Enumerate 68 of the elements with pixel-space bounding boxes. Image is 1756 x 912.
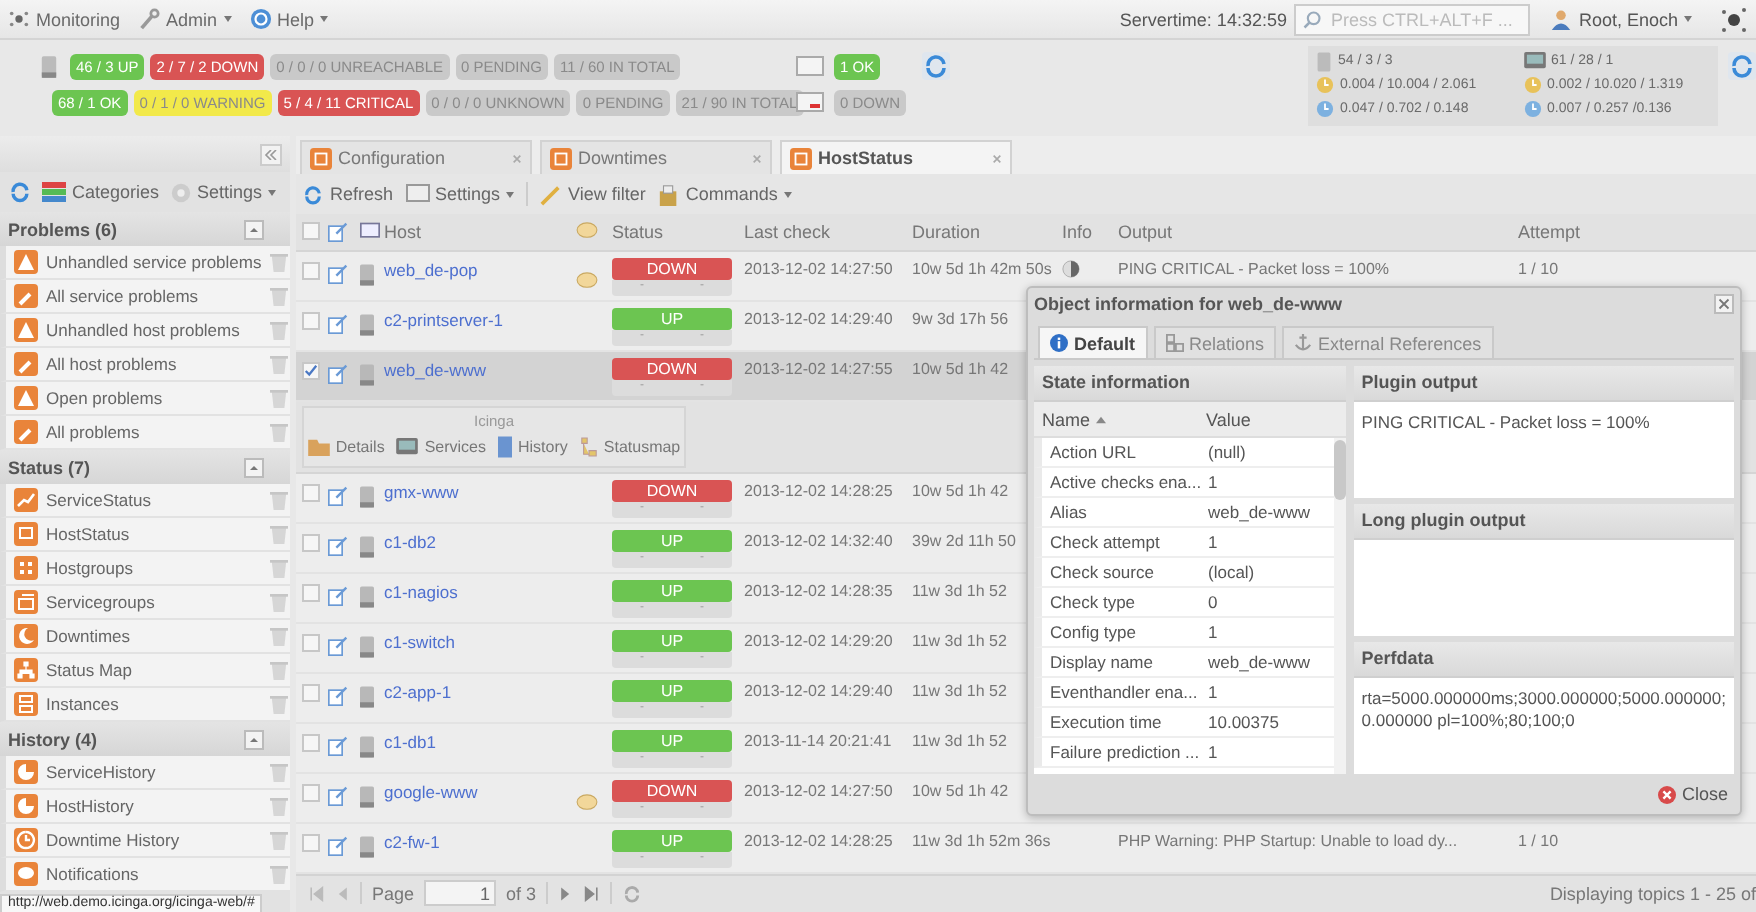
- property-value: 10.00375: [1206, 712, 1281, 732]
- property-value: 1: [1206, 682, 1220, 702]
- table-cell-text: 2013-12-02 14:28:35: [744, 579, 895, 599]
- table-cell-text: 2013-12-02 14:29:40: [744, 679, 895, 699]
- table-cell-text: 11w 3d 1h 52: [912, 729, 1009, 749]
- table-cell: PING CRITICAL - Packet loss = 100%: [1118, 259, 1390, 277]
- status-badge: DOWN: [612, 357, 732, 379]
- panel-title: State information: [1034, 366, 1346, 402]
- table-cell: PHP Warning: PHP Startup: Unable to load dy...: [1118, 831, 1458, 849]
- table-cell-text: 2013-11-14 20:21:41: [744, 729, 894, 749]
- property-name: Check source: [1048, 562, 1156, 582]
- status-badge: UP: [612, 579, 732, 601]
- status-badge: UP: [612, 679, 732, 701]
- table-cell-text: 11w 3d 1h 52: [912, 579, 1009, 599]
- table-cell-text: 2013-12-02 14:29:40: [744, 307, 895, 327]
- status-badge: DOWN: [612, 257, 732, 279]
- property-name: Action URL: [1048, 442, 1138, 462]
- property-value: 1: [1206, 742, 1220, 762]
- table-cell-text: 2013-12-02 14:28:25: [744, 829, 895, 849]
- table-cell: 1 / 10: [1518, 259, 1559, 277]
- property-name: Check attempt: [1048, 532, 1162, 552]
- status-badge: DOWN: [612, 479, 732, 501]
- property-value: 1: [1206, 472, 1220, 492]
- status-badge: UP: [612, 829, 732, 851]
- property-value: 0: [1206, 592, 1220, 612]
- panel-title: Long plugin output: [1353, 504, 1734, 540]
- property-name: Alias: [1048, 502, 1089, 522]
- table-cell: 1 / 10: [1518, 831, 1559, 849]
- table-cell-text: 2013-12-02 14:27:50: [744, 779, 895, 799]
- status-badge: UP: [612, 529, 732, 551]
- table-cell-text: 2013-12-02 14:27:55: [744, 357, 895, 377]
- panel-title: Plugin output: [1353, 366, 1734, 402]
- property-name: Eventhandler ena...: [1048, 682, 1198, 702]
- property-name: Execution time: [1048, 712, 1164, 732]
- table-cell-text: 2013-12-02 14:27:50: [744, 257, 895, 277]
- table-cell-text: 9w 3d 17h 56: [912, 307, 1011, 327]
- section-title: Status (7): [8, 457, 91, 477]
- table-cell-text: 2013-12-02 14:28:25: [744, 479, 895, 499]
- property-value: web_de-www: [1206, 652, 1313, 672]
- property-name: Active checks ena...: [1048, 472, 1198, 492]
- property-value: (null): [1206, 442, 1248, 462]
- status-badge: UP: [612, 629, 732, 651]
- property-name: Check type: [1048, 592, 1138, 612]
- property-name: Failure prediction ...: [1048, 742, 1198, 762]
- section-title: History (4): [8, 729, 98, 749]
- paging-status: Displaying topics 1 - 25 of: [1549, 883, 1756, 904]
- table-cell-text: 10w 5d 1h 42: [912, 779, 1011, 799]
- table-cell-text: 2013-12-02 14:32:40: [744, 529, 895, 549]
- status-badge: UP: [612, 729, 732, 751]
- panel-text: PING CRITICAL - Packet loss = 100%: [1361, 412, 1650, 432]
- panel-text: rta=5000.000000ms;3000.000000;5000.000000; 0.000000 pl=100%;80;100;0: [1361, 688, 1726, 731]
- server-time: Servertime: 14:32:59: [1119, 9, 1287, 29]
- section-title: Problems (6): [8, 219, 118, 239]
- page-label: Page: [372, 883, 415, 904]
- page-count: of 3: [506, 883, 537, 904]
- property-value: (local): [1206, 562, 1257, 582]
- property-name: Config type: [1048, 622, 1138, 642]
- table-cell-text: 11w 3d 1h 52m 36s: [912, 829, 1053, 849]
- status-badge: DOWN: [612, 779, 732, 801]
- status-badge: UP: [612, 307, 732, 329]
- property-value: web_de-www: [1206, 502, 1313, 522]
- property-name: Display name: [1048, 652, 1155, 672]
- property-value: 1: [1206, 532, 1220, 552]
- table-cell-text: 2013-12-02 14:29:20: [744, 629, 895, 649]
- table-cell-text: 10w 5d 1h 42m 50s: [912, 257, 1054, 277]
- property-value: 1: [1206, 622, 1220, 642]
- panel-title: Perfdata: [1353, 642, 1734, 678]
- table-cell-text: 10w 5d 1h 42: [912, 357, 1011, 377]
